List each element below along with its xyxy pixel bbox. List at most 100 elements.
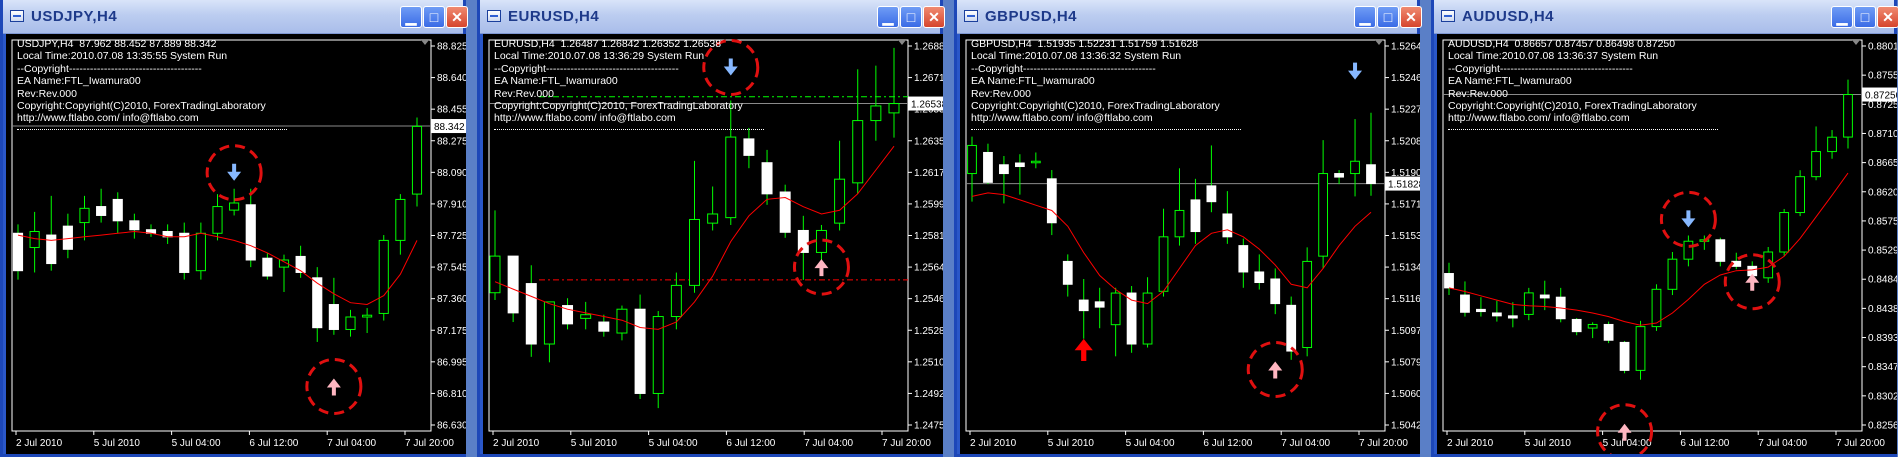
candle-body-bull	[229, 202, 240, 211]
y-tick-label: 0.86655	[1868, 158, 1897, 169]
price-chart[interactable]: 1.526451.524601.522701.520851.519001.517…	[960, 34, 1420, 454]
window-titlebar[interactable]: GBPUSD,H4 ▁ □ ✕	[957, 0, 1422, 34]
candle-body-bull	[345, 316, 356, 330]
y-tick-label: 1.25815	[914, 231, 943, 242]
candle-body-bull	[1158, 236, 1169, 292]
candle	[262, 252, 273, 280]
buy-arrow-icon	[1745, 273, 1760, 291]
candle	[1318, 140, 1329, 269]
candle-body-bear	[1190, 199, 1201, 233]
candle	[852, 69, 864, 194]
chart-window[interactable]: EURUSD,H4▁□✕1.268851.267101.265301.26350…	[477, 0, 945, 457]
candle-body-bull	[1683, 240, 1694, 260]
candle	[1190, 178, 1201, 244]
ea-name: EA Name:FTL_Iwamura00	[971, 75, 1095, 88]
candle-body-bear	[245, 204, 256, 261]
x-tick-label: 5 Jul 04:00	[1603, 438, 1652, 449]
info-divider	[17, 128, 287, 130]
candle	[1238, 238, 1249, 288]
candle	[616, 305, 628, 341]
ea-revision: Rev:Rev.000	[1448, 87, 1508, 100]
contact-url: http://www.ftlabo.com/ info@ftlabo.com	[971, 112, 1153, 125]
y-tick-label: 1.26710	[914, 73, 943, 84]
candle-body-bear	[1460, 294, 1470, 313]
candle-body-bear	[1603, 323, 1614, 341]
y-tick-label: 1.52270	[1391, 105, 1420, 116]
x-tick-label: 7 Jul 04:00	[327, 438, 376, 449]
chart-window-icon	[1441, 10, 1455, 22]
minimize-button[interactable]: ▁	[400, 6, 422, 28]
window-titlebar[interactable]: AUDUSD,H4 ▁ □ ✕	[1434, 0, 1898, 34]
x-tick-label: 6 Jul 12:00	[1203, 438, 1252, 449]
candle-body-bull	[1827, 136, 1837, 153]
candle	[1827, 130, 1837, 159]
copyright-text: Copyright:Copyright(C)2010, ForexTrading…	[1448, 100, 1697, 113]
candle	[1619, 340, 1630, 374]
candle-body-bull	[395, 198, 406, 241]
candle-body-bear	[179, 232, 190, 273]
y-tick-label: 87.175	[437, 326, 466, 337]
x-tick-label: 7 Jul 04:00	[1281, 438, 1330, 449]
copyright-divider: --Copyright-----------------------------…	[971, 62, 1156, 75]
chart-window[interactable]: USDJPY,H4 ▁ □ ✕ 88.825 88.640 88.455 88.275 88.0…	[0, 0, 468, 457]
price-chart[interactable]: 1.268851.267101.265301.263501.261751.259…	[483, 34, 943, 454]
chart-window[interactable]: AUDUSD,H4 ▁□✕ 0.88010 0.87550 0.87250 0.87100…	[1431, 0, 1898, 457]
y-tick-label: 88.825	[437, 42, 466, 53]
candle	[112, 192, 123, 234]
window-title: GBPUSD,H4	[985, 8, 1078, 25]
current-price-label: 1.51828	[1388, 180, 1420, 191]
candle-body-bear	[1715, 239, 1726, 262]
candle-body-bull	[725, 136, 737, 219]
maximize-button[interactable]: □	[1854, 6, 1876, 28]
scroll-marker-icon	[1852, 40, 1860, 45]
candle	[1587, 322, 1598, 339]
y-tick-label: 1.52085	[1391, 136, 1420, 147]
candle-body-bull	[1667, 258, 1678, 290]
window-titlebar[interactable]: EURUSD,H4 ▁ □ ✕	[480, 0, 945, 34]
candle-body-bear	[1254, 271, 1265, 284]
candle-body-bear	[999, 164, 1009, 175]
close-button[interactable]: ✕	[923, 6, 945, 28]
candle-body-bear	[262, 257, 273, 277]
price-chart[interactable]: 0.88010 0.87550 0.87250 0.87100 0.86655 0.862…	[1437, 34, 1897, 454]
minimize-button[interactable]: ▁	[877, 6, 899, 28]
close-button[interactable]: ✕	[1877, 6, 1898, 28]
minimize-button[interactable]: ▁	[1831, 6, 1853, 28]
maximize-button[interactable]: □	[900, 6, 922, 28]
candle-body-bull	[1795, 176, 1806, 214]
y-tick-label: 86.630	[437, 421, 466, 432]
x-tick-label: 5 Jul 04:00	[1126, 438, 1175, 449]
candle	[1302, 247, 1313, 357]
maximize-button[interactable]: □	[1377, 6, 1399, 28]
candle	[1046, 170, 1057, 236]
candle-body-bear	[1222, 213, 1233, 238]
candle-body-bear	[112, 198, 123, 222]
candle	[489, 210, 501, 301]
y-tick-label: 1.50605	[1391, 389, 1420, 400]
buy-arrow-icon	[1074, 338, 1093, 361]
candle-body-bull	[212, 206, 223, 234]
price-chart[interactable]: 88.825 88.640 88.455 88.275 88.090 87.910 87.7…	[6, 34, 466, 454]
candle	[999, 155, 1009, 204]
x-tick-label: 2 Jul 2010	[1447, 438, 1494, 449]
scroll-marker-icon	[898, 40, 906, 45]
maximize-button[interactable]: □	[423, 6, 445, 28]
candle	[1460, 281, 1470, 317]
close-button[interactable]: ✕	[1400, 6, 1422, 28]
chart-window[interactable]: GBPUSD,H4 ▁□✕ 1.52645 1.52460 1.52270 1.52085…	[954, 0, 1422, 457]
candle	[245, 188, 256, 268]
candle-body-bull	[1318, 173, 1329, 257]
close-button[interactable]: ✕	[446, 6, 468, 28]
candle	[29, 211, 40, 273]
candle	[1843, 79, 1853, 149]
candle-body-bull	[967, 144, 977, 175]
y-tick-label: 1.51715	[1391, 199, 1420, 210]
minimize-button[interactable]: ▁	[1354, 6, 1376, 28]
candle-body-bull	[580, 314, 592, 319]
candle	[1715, 237, 1726, 267]
ea-info-panel: EURUSD,H4 1.26487 1.26842 1.26352 1.2653…	[494, 38, 764, 130]
window-titlebar[interactable]: USDJPY,H4 ▁ □ ✕	[3, 0, 468, 34]
candle	[1571, 318, 1582, 336]
x-tick-label: 5 Jul 2010	[1525, 438, 1572, 449]
candle-body-bull	[870, 105, 882, 122]
